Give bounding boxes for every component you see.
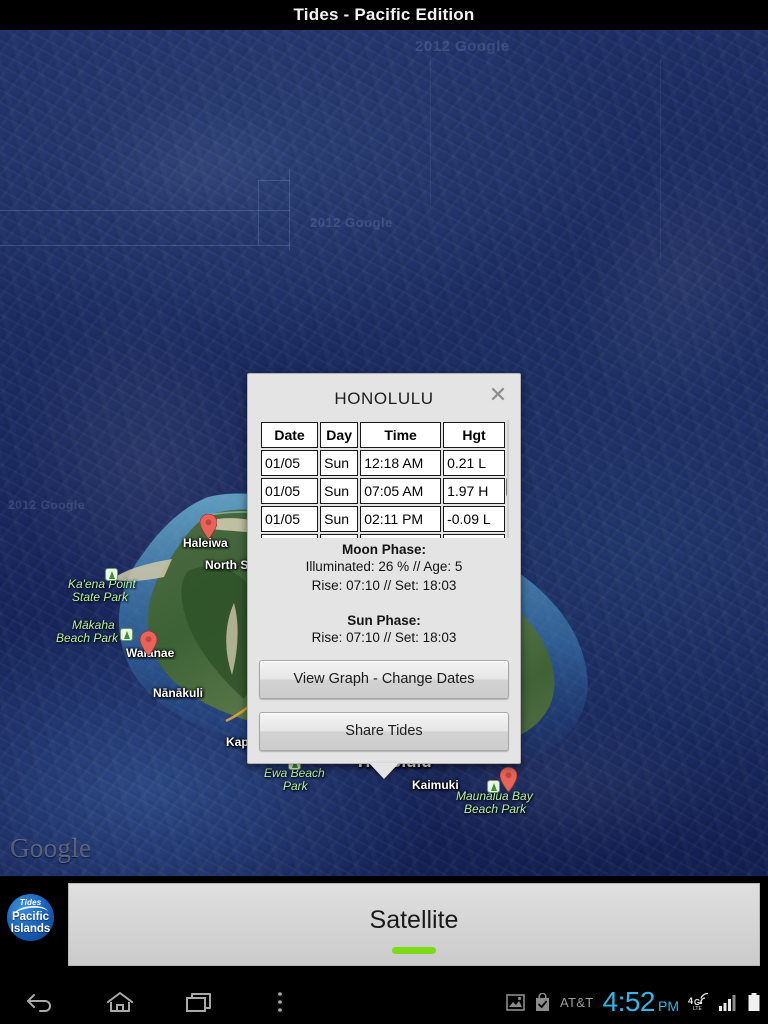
table-scrollbar[interactable]: [506, 478, 507, 496]
park-icon-makaha[interactable]: [120, 628, 133, 641]
cell-hgt: 1.11 H: [443, 534, 505, 538]
phase-spacer: [259, 595, 509, 609]
app-logo-icon[interactable]: Tides Pacific Islands: [7, 894, 54, 941]
table-header-row: Date Day Time Hgt: [261, 422, 505, 448]
moon-phase-rise-set: Rise: 07:10 // Set: 18:03: [311, 578, 457, 593]
map-grid-line: [0, 245, 290, 246]
table-row[interactable]: 01/05 Sun 07:05 AM 1.97 H: [261, 478, 505, 504]
dialog-pointer: [369, 763, 399, 779]
map-canvas[interactable]: 2012 Google 2012 Google 2012 Google: [0, 30, 768, 876]
recents-icon[interactable]: [160, 980, 240, 1024]
sun-phase-block: Sun Phase: Rise: 07:10 // Set: 18:03: [259, 613, 509, 647]
carrier-label: AT&T: [560, 994, 594, 1010]
cell-hgt: 1.97 H: [443, 478, 505, 504]
device-screen: Tides - Pacific Edition 2012 Google 2012…: [0, 0, 768, 1024]
dialog-title: HONOLULU: [334, 389, 434, 408]
tide-info-dialog: HONOLULU ✕ Date Day Time Hgt 01/05 Sun 1…: [247, 373, 521, 779]
sun-phase-title: Sun Phase:: [347, 613, 421, 628]
column-header-hgt: Hgt: [443, 422, 505, 448]
tide-station-pin-haleiwa[interactable]: [200, 514, 217, 539]
logo-text-islands: Islands: [10, 923, 51, 935]
tide-table-scroll-area[interactable]: Date Day Time Hgt 01/05 Sun 12:18 AM 0.2…: [259, 420, 509, 538]
android-navigation-bar: AT&T 4:52 PM 4 G LTE: [0, 980, 768, 1024]
overflow-menu-icon[interactable]: [240, 980, 320, 1024]
signal-bars-icon: [719, 993, 739, 1011]
map-grid-line: [660, 60, 661, 260]
table-row[interactable]: 01/05 Sun 02:11 PM -0.09 L: [261, 506, 505, 532]
column-header-day: Day: [320, 422, 359, 448]
cell-day: Sun: [320, 478, 359, 504]
map-grid-line: [289, 170, 290, 250]
cell-time: 02:11 PM: [360, 506, 442, 532]
map-grid-line: [258, 180, 259, 245]
home-icon[interactable]: [80, 980, 160, 1024]
logo-text-pacific: Pacific: [11, 911, 50, 923]
share-tides-button[interactable]: Share Tides: [259, 712, 509, 751]
battery-icon: [748, 992, 760, 1012]
tide-table: Date Day Time Hgt 01/05 Sun 12:18 AM 0.2…: [259, 420, 507, 538]
svg-text:4: 4: [688, 996, 693, 1006]
mobile-data-4g-lte-icon: 4 G LTE: [688, 993, 710, 1011]
app-title-bar: Tides - Pacific Edition: [0, 0, 768, 30]
cell-date: 01/05: [261, 534, 319, 538]
table-row[interactable]: 01/05 Sun 12:18 AM 0.21 L: [261, 450, 505, 476]
cell-date: 01/05: [261, 506, 319, 532]
cell-time: 12:18 AM: [360, 450, 442, 476]
app-title: Tides - Pacific Edition: [293, 5, 475, 24]
column-header-time: Time: [360, 422, 442, 448]
tide-station-pin-maunalua[interactable]: [500, 767, 517, 792]
table-row[interactable]: 01/05 Sun 08:22 PM 1.11 H: [261, 534, 505, 538]
play-store-update-icon[interactable]: [534, 992, 551, 1012]
cell-hgt: -0.09 L: [443, 506, 505, 532]
moon-phase-block: Moon Phase: Illuminated: 26 % // Age: 5 …: [259, 542, 509, 595]
sun-phase-rise-set: Rise: 07:10 // Set: 18:03: [311, 630, 457, 645]
cell-day: Sun: [320, 450, 359, 476]
tab-selected-indicator: [392, 947, 436, 954]
map-type-label: Satellite: [369, 906, 459, 934]
cell-hgt: 0.21 L: [443, 450, 505, 476]
cell-date: 01/05: [261, 478, 319, 504]
park-icon-maunalua-bay[interactable]: [487, 780, 500, 793]
map-grid-line: [258, 180, 290, 181]
cell-day: Sun: [320, 534, 359, 538]
column-header-date: Date: [261, 422, 319, 448]
clock-time: 4:52: [602, 986, 656, 1017]
cell-date: 01/05: [261, 450, 319, 476]
map-grid-line: [430, 60, 431, 205]
map-grid-line: [0, 210, 290, 211]
system-status-tray: AT&T 4:52 PM 4 G LTE: [506, 980, 760, 1024]
moon-phase-illumination: Illuminated: 26 % // Age: 5: [305, 559, 463, 574]
moon-phase-title: Moon Phase:: [341, 542, 426, 557]
tide-station-pin-waianae[interactable]: [140, 631, 157, 656]
clock-ampm: PM: [658, 998, 679, 1014]
app-bottom-bar: Tides Pacific Islands Satellite: [0, 876, 768, 980]
map-copyright-top: 2012 Google: [415, 38, 510, 55]
cell-day: Sun: [320, 506, 359, 532]
close-icon[interactable]: ✕: [485, 383, 511, 409]
map-type-tab-satellite[interactable]: Satellite: [68, 883, 760, 966]
svg-text:LTE: LTE: [693, 1006, 702, 1011]
view-graph-change-dates-button[interactable]: View Graph - Change Dates: [259, 660, 509, 699]
cell-time: 07:05 AM: [360, 478, 442, 504]
google-logo: Google: [10, 833, 92, 863]
screenshot-icon[interactable]: [506, 993, 525, 1011]
cell-time: 08:22 PM: [360, 534, 442, 538]
map-ridge-shade: [30, 60, 360, 280]
park-icon-kaena-point[interactable]: [105, 568, 118, 581]
back-icon[interactable]: [0, 980, 80, 1024]
status-clock: 4:52 PM: [603, 986, 680, 1018]
